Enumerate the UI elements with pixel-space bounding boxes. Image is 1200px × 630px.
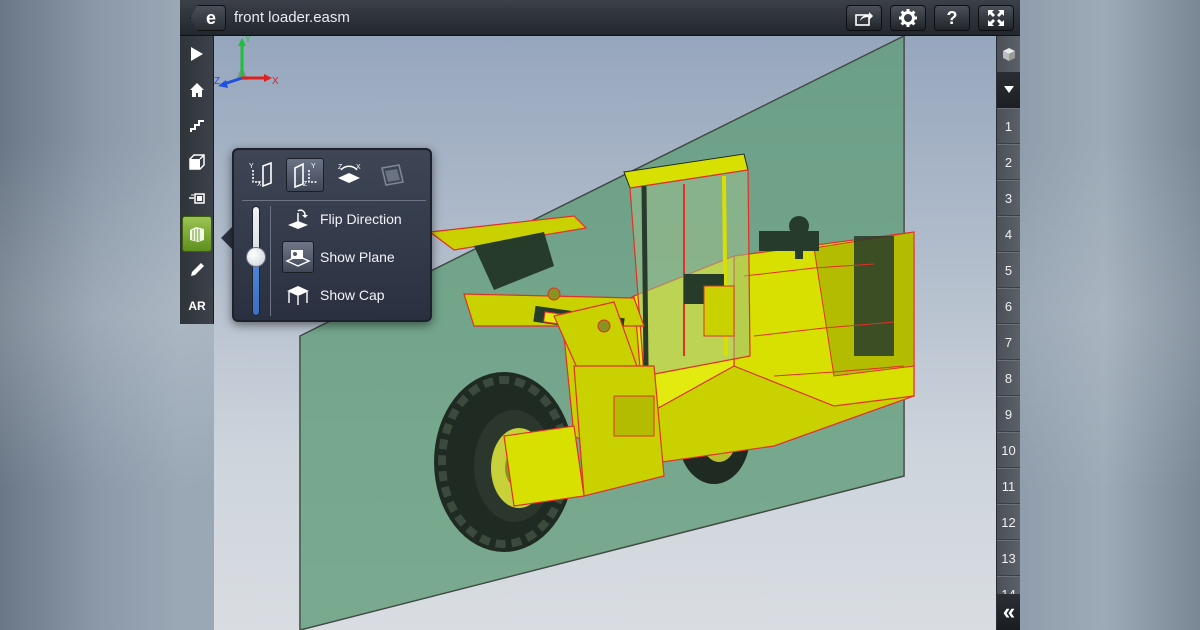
stairs-icon bbox=[190, 120, 204, 132]
views-dropdown[interactable] bbox=[997, 72, 1020, 108]
popup-divider bbox=[242, 200, 426, 201]
view-number-list: 1234567891011121314 bbox=[997, 108, 1020, 612]
show-cap-label: Show Cap bbox=[320, 287, 385, 303]
home-button[interactable] bbox=[180, 72, 214, 108]
model-canvas[interactable] bbox=[214, 36, 996, 630]
configurations-button[interactable] bbox=[997, 36, 1020, 72]
view-number-button[interactable]: 3 bbox=[997, 180, 1020, 216]
svg-text:X: X bbox=[272, 76, 279, 87]
view-number-button[interactable]: 4 bbox=[997, 216, 1020, 252]
svg-text:X: X bbox=[257, 181, 262, 188]
show-plane-label: Show Plane bbox=[320, 249, 395, 265]
gear-icon bbox=[899, 9, 917, 27]
view-number-button[interactable]: 11 bbox=[997, 468, 1020, 504]
double-chevron-left-icon: « bbox=[1002, 599, 1016, 624]
plane-stack-icon bbox=[381, 164, 404, 186]
flip-direction-option[interactable]: Flip Direction bbox=[282, 202, 432, 236]
ar-icon: AR bbox=[188, 299, 206, 313]
slider-thumb[interactable] bbox=[246, 246, 266, 267]
tab-plane-stack[interactable] bbox=[374, 158, 412, 192]
svg-text:Y: Y bbox=[245, 36, 251, 44]
cubes-icon bbox=[1002, 48, 1015, 61]
back-logo-label: e bbox=[205, 7, 216, 28]
steps-button[interactable] bbox=[180, 108, 214, 144]
show-plane-icon bbox=[282, 241, 314, 273]
settings-button[interactable] bbox=[890, 5, 926, 31]
collapse-button[interactable]: « bbox=[997, 594, 1020, 630]
view-number-button[interactable]: 6 bbox=[997, 288, 1020, 324]
section-popup: Y X Y Z Z X Flip Direction Show Plane Sh… bbox=[232, 148, 432, 322]
document-title: front loader.easm bbox=[234, 9, 350, 26]
tab-plane-rotate[interactable]: Z X bbox=[330, 158, 368, 192]
app-window: Y X Z e front loader.easm ? AR Y X Y Z Z… bbox=[180, 0, 1020, 630]
axis-triad: Y X Z bbox=[214, 36, 279, 88]
view-number-button[interactable]: 10 bbox=[997, 432, 1020, 468]
plane-z-icon: Y Z bbox=[294, 162, 317, 188]
cube-view-icon bbox=[189, 154, 205, 170]
view-number-button[interactable]: 12 bbox=[997, 504, 1020, 540]
show-cap-option[interactable]: Show Cap bbox=[282, 278, 432, 312]
section-plane-tabs: Y X Y Z Z X bbox=[242, 158, 424, 196]
view-number-button[interactable]: 1 bbox=[997, 108, 1020, 144]
share-icon bbox=[855, 12, 873, 26]
section-offset-slider[interactable] bbox=[244, 206, 268, 316]
right-toolbar: 1234567891011121314 « bbox=[996, 36, 1020, 630]
view-number-button[interactable]: 7 bbox=[997, 324, 1020, 360]
help-icon: ? bbox=[946, 7, 958, 28]
view-number-button[interactable]: 8 bbox=[997, 360, 1020, 396]
svg-text:Z: Z bbox=[338, 164, 343, 171]
chevron-down-icon bbox=[1003, 86, 1014, 93]
section-icon bbox=[190, 227, 204, 242]
play-button[interactable] bbox=[180, 36, 214, 72]
ar-button[interactable]: AR bbox=[180, 288, 214, 324]
pencil-icon bbox=[191, 263, 204, 276]
title-bar: e front loader.easm ? bbox=[180, 0, 1020, 36]
svg-text:X: X bbox=[356, 164, 361, 171]
popup-vertical-divider bbox=[270, 206, 271, 316]
svg-text:Z: Z bbox=[303, 181, 308, 188]
back-button[interactable]: e bbox=[190, 5, 226, 31]
view-number-button[interactable]: 2 bbox=[997, 144, 1020, 180]
play-icon bbox=[191, 47, 203, 61]
svg-text:Z: Z bbox=[214, 76, 220, 87]
help-button[interactable]: ? bbox=[934, 5, 970, 31]
operator-cab bbox=[623, 153, 751, 377]
fullscreen-icon bbox=[988, 10, 1004, 26]
markup-button[interactable] bbox=[180, 252, 214, 288]
explode-icon bbox=[189, 193, 205, 204]
plane-rotate-icon: Z X bbox=[338, 164, 361, 183]
explode-button[interactable] bbox=[180, 180, 214, 216]
svg-text:Y: Y bbox=[249, 163, 254, 170]
flip-direction-label: Flip Direction bbox=[320, 211, 402, 227]
view-number-button[interactable]: 13 bbox=[997, 540, 1020, 576]
tab-plane-z[interactable]: Y Z bbox=[286, 158, 324, 192]
show-plane-option[interactable]: Show Plane bbox=[282, 240, 432, 274]
section-button[interactable] bbox=[182, 216, 212, 252]
fullscreen-button[interactable] bbox=[978, 5, 1014, 31]
view-number-button[interactable]: 5 bbox=[997, 252, 1020, 288]
share-button[interactable] bbox=[846, 5, 882, 31]
tab-plane-x[interactable]: Y X bbox=[242, 158, 280, 192]
views-button[interactable] bbox=[180, 144, 214, 180]
show-cap-icon bbox=[282, 279, 314, 311]
svg-text:Y: Y bbox=[311, 163, 316, 170]
flip-direction-icon bbox=[282, 203, 314, 235]
plane-x-icon: Y X bbox=[249, 162, 272, 188]
view-number-button[interactable]: 9 bbox=[997, 396, 1020, 432]
left-toolbar: AR bbox=[180, 36, 214, 324]
home-icon bbox=[190, 83, 204, 97]
3d-viewport[interactable]: Y X Z bbox=[214, 36, 996, 630]
